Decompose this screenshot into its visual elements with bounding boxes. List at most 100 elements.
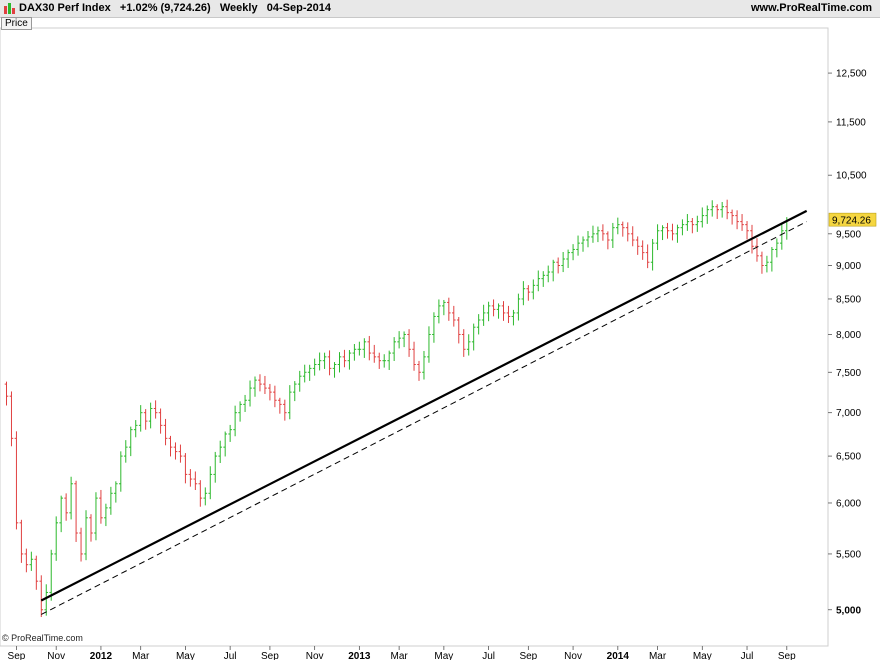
price-bar-29	[148, 402, 153, 429]
price-bar-33	[168, 435, 173, 457]
y-tick-label-11: 5,500	[836, 549, 861, 560]
price-bar-10	[54, 516, 58, 561]
price-bar-28	[143, 409, 148, 430]
y-tick-label-9: 6,500	[836, 452, 861, 463]
price-bar-113	[566, 249, 570, 268]
price-chart[interactable]: 12,500 11,500 10,500 9,500 9,000 8,500 8,000 7,…	[0, 0, 880, 660]
price-bar-115	[576, 235, 580, 256]
price-bar-151	[755, 238, 759, 262]
price-bar-23	[119, 451, 123, 492]
price-bar-156	[780, 223, 784, 250]
price-bar-99	[496, 303, 501, 319]
price-bar-147	[735, 210, 739, 230]
x-tick-label-17: Jul	[741, 651, 754, 660]
price-bar-107	[536, 270, 541, 292]
price-bar-128	[640, 240, 645, 260]
y-tick-label-10: 6,000	[836, 498, 861, 509]
price-bar-67	[337, 352, 342, 373]
price-bar-76	[382, 354, 387, 368]
price-bar-17	[89, 514, 93, 542]
price-bar-21	[109, 486, 113, 515]
last-price-marker: 9,724.26	[828, 212, 877, 227]
price-bar-118	[591, 225, 595, 243]
y-tick-label-8: 7,000	[836, 408, 861, 419]
price-bar-46	[233, 405, 237, 437]
price-bar-108	[541, 271, 546, 287]
x-tick-label-3: Mar	[132, 651, 150, 660]
price-bar-152	[760, 251, 764, 274]
price-bar-25	[128, 426, 133, 457]
price-bar-143	[715, 204, 720, 219]
price-bar-85	[427, 326, 431, 363]
price-bar-144	[720, 201, 724, 218]
price-bar-5	[29, 551, 34, 571]
price-bar-45	[228, 424, 232, 442]
price-bar-31	[158, 408, 163, 434]
price-bar-129	[645, 244, 650, 269]
price-bar-42	[213, 451, 218, 483]
price-bar-146	[730, 209, 734, 225]
price-bar-155	[775, 238, 779, 258]
price-bar-68	[342, 349, 347, 368]
price-bar-71	[357, 341, 362, 356]
price-panel-label[interactable]: Price	[1, 17, 32, 30]
x-tick-label-0: Sep	[8, 651, 26, 660]
price-bar-43	[218, 440, 223, 464]
price-bar-89	[447, 297, 451, 321]
price-bar-30	[153, 400, 158, 419]
price-bar-93	[466, 334, 471, 356]
price-bar-41	[208, 466, 213, 500]
price-bar-34	[173, 442, 178, 460]
last-price-label: 9,724.26	[832, 216, 871, 227]
y-tick-label-6: 8,000	[836, 330, 861, 341]
x-tick-label-14: 2014	[607, 651, 630, 660]
price-bar-96	[481, 304, 486, 326]
price-bar-86	[432, 312, 436, 343]
x-tick-label-1: Nov	[47, 651, 65, 660]
price-bar-7	[39, 575, 44, 618]
y-tick-label-7: 7,500	[836, 368, 861, 379]
price-bar-135	[675, 224, 680, 243]
x-tick-label-18: Sep	[778, 651, 796, 660]
price-bar-66	[332, 362, 337, 378]
x-tick-label-11: Jul	[482, 651, 495, 660]
x-axis-ticks	[16, 646, 788, 650]
price-bar-55	[278, 397, 282, 414]
price-bar-125	[625, 222, 630, 242]
price-bar-101	[506, 305, 511, 324]
y-tick-label-4: 9,000	[836, 261, 861, 272]
price-bar-114	[571, 244, 575, 261]
price-bar-24	[123, 440, 128, 463]
x-tick-label-5: Jul	[224, 651, 237, 660]
price-bar-78	[392, 337, 396, 362]
price-bar-80	[402, 331, 406, 348]
price-bar-72	[362, 338, 367, 358]
price-bar-11	[59, 495, 63, 533]
price-bar-59	[297, 370, 302, 392]
price-bar-141	[705, 205, 710, 224]
price-bar-116	[581, 236, 585, 252]
price-bar-142	[710, 200, 715, 217]
price-bar-83	[417, 360, 421, 381]
price-bar-63	[317, 352, 322, 371]
price-bar-4	[24, 548, 29, 573]
price-bar-18	[94, 492, 98, 541]
price-bar-120	[601, 224, 605, 241]
price-bar-77	[387, 350, 391, 370]
price-bar-119	[596, 226, 600, 243]
price-bar-122	[611, 222, 615, 248]
price-bar-149	[745, 221, 749, 240]
x-axis: Sep Nov 2012 Mar May Jul Sep Nov 2013 Mar May Jul Se…	[8, 651, 797, 660]
price-bar-134	[670, 223, 675, 241]
price-bar-106	[531, 279, 536, 300]
price-bar-62	[312, 358, 317, 376]
price-bar-130	[650, 238, 655, 271]
copyright-text: © ProRealTime.com	[2, 633, 83, 643]
price-bar-111	[556, 257, 560, 274]
price-bar-51	[258, 374, 262, 392]
price-bar-69	[347, 350, 352, 370]
price-bar-61	[307, 364, 312, 381]
x-tick-label-13: Nov	[564, 651, 582, 660]
price-bar-90	[452, 305, 456, 327]
x-tick-label-6: Sep	[261, 651, 279, 660]
